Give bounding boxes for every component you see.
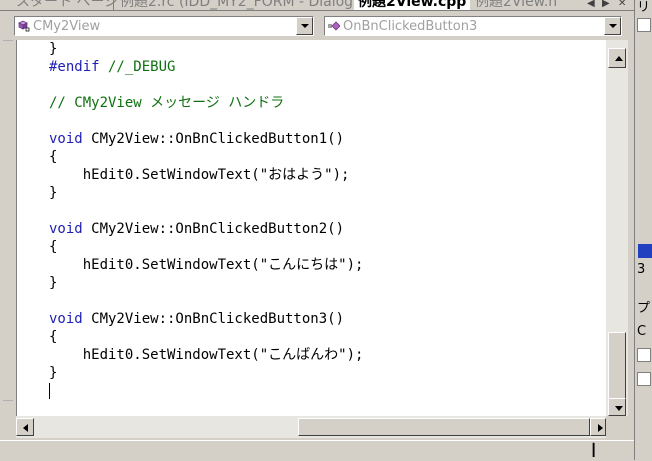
panel-item-top[interactable]: リ xyxy=(637,0,650,15)
code-token: hEdit0.SetWindowText("おはよう"); xyxy=(49,167,350,183)
code-token: { xyxy=(49,329,58,345)
panel-item-properties[interactable]: プ xyxy=(637,297,650,316)
code-line[interactable]: void CMy2View::OnBnClickedButton3() xyxy=(49,310,363,328)
code-keyword: void xyxy=(49,311,83,327)
tab-separator xyxy=(113,0,114,10)
scrollbar-corner xyxy=(606,416,628,438)
code-token: CMy2View::OnBnClickedButton2() xyxy=(82,221,345,237)
code-line[interactable]: void CMy2View::OnBnClickedButton1() xyxy=(49,130,363,148)
close-document-icon[interactable]: ✕ xyxy=(618,0,626,10)
scroll-up-button[interactable] xyxy=(608,48,626,68)
method-icon xyxy=(328,21,340,31)
member-combo-dropdown-button[interactable] xyxy=(604,17,621,35)
code-line[interactable]: ​ xyxy=(49,292,363,310)
code-token: CMy2View::OnBnClickedButton3() xyxy=(82,311,345,327)
status-bar: ┃ xyxy=(0,440,634,461)
text-caret xyxy=(49,383,50,399)
code-line[interactable]: ​ xyxy=(49,112,363,130)
panel-item-3[interactable]: 3 xyxy=(637,262,645,277)
navigation-bar: CMy2View OnBnClickedButton3 xyxy=(0,11,634,40)
code-keyword: void xyxy=(49,221,83,237)
horizontal-scrollbar[interactable] xyxy=(16,416,606,438)
code-token: } xyxy=(49,185,58,201)
panel-nav-left-icon[interactable] xyxy=(638,244,652,258)
panel-grid-icon[interactable] xyxy=(637,348,651,362)
tab-view-cpp[interactable]: 例題2View.cpp xyxy=(354,0,471,10)
editor-margin xyxy=(17,40,33,416)
code-token: CMy2View::OnBnClickedButton1() xyxy=(82,131,345,147)
horizontal-scroll-thumb[interactable] xyxy=(298,418,590,436)
member-combo-value: OnBnClickedButton3 xyxy=(343,19,478,34)
panel-box-icon xyxy=(637,18,651,32)
panel-minus-icon[interactable] xyxy=(637,372,651,386)
code-token: { xyxy=(49,239,58,255)
scroll-down-button[interactable] xyxy=(608,398,626,416)
tab-scroll-right-icon[interactable]: ▶ xyxy=(602,0,610,10)
class-combo-dropdown-button[interactable] xyxy=(296,17,313,35)
code-token: { xyxy=(49,149,58,165)
tab-view-h[interactable]: 例題2View.h xyxy=(475,0,557,10)
code-line[interactable]: #endif //_DEBUG xyxy=(49,58,363,76)
code-comment: //_DEBUG xyxy=(99,59,176,75)
code-line[interactable]: hEdit0.SetWindowText("おはよう"); xyxy=(49,166,363,184)
code-token: } xyxy=(49,275,58,291)
code-line[interactable]: hEdit0.SetWindowText("こんにちは"); xyxy=(49,256,364,274)
code-line[interactable]: { xyxy=(49,238,363,256)
code-comment: // CMy2View メッセージ ハンドラ xyxy=(49,95,285,111)
tab-start-page[interactable]: スタート ページ xyxy=(16,0,118,10)
code-line[interactable]: // CMy2View メッセージ ハンドラ xyxy=(49,94,363,112)
editor-left-strip xyxy=(0,40,16,440)
scroll-left-button[interactable] xyxy=(16,418,34,436)
class-combo[interactable]: CMy2View xyxy=(14,16,314,36)
code-token: } xyxy=(49,41,58,57)
code-editor[interactable]: }#endif //_DEBUG​// CMy2View メッセージ ハンドラ​… xyxy=(16,40,607,416)
tab-rc-dialog[interactable]: 例題2.rc (IDD_MY2_FORM - Dialog) xyxy=(120,0,359,10)
code-line[interactable]: ​ xyxy=(49,202,363,220)
code-token: hEdit0.SetWindowText("こんばんわ"); xyxy=(49,347,364,363)
scroll-right-button[interactable] xyxy=(590,418,606,436)
vertical-scrollbar[interactable] xyxy=(606,40,628,416)
class-combo-value: CMy2View xyxy=(33,19,101,34)
code-line[interactable]: } xyxy=(49,184,363,202)
code-line[interactable]: { xyxy=(49,148,363,166)
code-token: hEdit0.SetWindowText("こんにちは"); xyxy=(49,257,364,273)
code-directive: #endif xyxy=(49,59,100,75)
code-line[interactable]: } xyxy=(49,364,363,382)
code-line[interactable]: hEdit0.SetWindowText("こんばんわ"); xyxy=(49,346,364,364)
document-tab-strip: スタート ページ 例題2.rc (IDD_MY2_FORM - Dialog) … xyxy=(0,0,634,10)
class-icon xyxy=(18,20,30,32)
panel-item-c[interactable]: C xyxy=(637,324,646,339)
code-line[interactable]: ​ xyxy=(49,76,363,94)
tab-scroll-left-icon[interactable]: ◀ xyxy=(587,0,595,10)
code-line[interactable]: } xyxy=(49,274,363,292)
code-line[interactable]: { xyxy=(49,328,363,346)
code-token: } xyxy=(49,365,58,381)
code-line[interactable]: ​ xyxy=(49,382,363,400)
right-side-panel: リ 3 プ C xyxy=(634,0,652,460)
code-line[interactable]: } xyxy=(49,40,363,58)
status-grip-icon: ┃ xyxy=(590,443,598,457)
code-text[interactable]: }#endif //_DEBUG​// CMy2View メッセージ ハンドラ​… xyxy=(49,40,363,400)
vertical-scroll-thumb[interactable] xyxy=(608,332,626,400)
code-line[interactable]: void CMy2View::OnBnClickedButton2() xyxy=(49,220,363,238)
code-keyword: void xyxy=(49,131,83,147)
member-combo[interactable]: OnBnClickedButton3 xyxy=(324,16,622,36)
